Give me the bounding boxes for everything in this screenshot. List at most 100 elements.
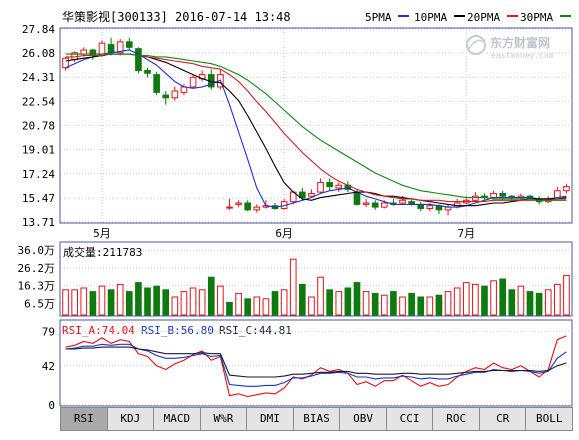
volume-tick-label: 6.5万 bbox=[24, 297, 55, 310]
volume-bar-down bbox=[226, 301, 233, 316]
candle-up bbox=[235, 202, 242, 205]
rsi-tick-label: 79 bbox=[42, 325, 55, 338]
volume-tick-label: 26.2万 bbox=[18, 262, 56, 275]
candle-up bbox=[226, 206, 233, 209]
candle-up bbox=[472, 195, 479, 201]
tab-cci[interactable]: CCI bbox=[385, 407, 434, 431]
volume-bar-up bbox=[189, 287, 197, 316]
volume-bar-up bbox=[335, 291, 343, 316]
candle-up bbox=[362, 202, 370, 205]
volume-bar-up bbox=[98, 285, 106, 316]
candle-up bbox=[380, 202, 388, 208]
volume-bar-up bbox=[426, 296, 434, 316]
candle-up bbox=[189, 76, 197, 88]
tab-roc[interactable]: ROC bbox=[432, 407, 480, 431]
tab-wr[interactable]: W%R bbox=[199, 407, 248, 431]
candle-up bbox=[563, 186, 570, 192]
stock-chart: 华策影视[300133] 2016-07-14 13:48 5PMA 10PMA… bbox=[18, 9, 573, 412]
candle-down bbox=[89, 49, 97, 56]
tab-dmi[interactable]: DMI bbox=[246, 407, 294, 431]
volume-bar-up bbox=[171, 296, 179, 316]
volume-bar-down bbox=[499, 278, 507, 316]
tab-kdj[interactable]: KDJ bbox=[106, 407, 155, 431]
volume-bar-up bbox=[544, 289, 552, 316]
candle-up bbox=[253, 206, 261, 211]
volume-bar-up bbox=[253, 296, 261, 316]
candle-down bbox=[299, 191, 306, 199]
volume-y-axis: 36.0万 26.2万 16.3万 6.5万 bbox=[18, 244, 56, 310]
volume-bar-down bbox=[244, 298, 252, 316]
volume-bar-down bbox=[371, 292, 379, 316]
volume-bar-up bbox=[462, 282, 470, 316]
volume-bar-up bbox=[280, 289, 288, 316]
legend-5pma-label: 5PMA bbox=[365, 11, 392, 24]
month-tick-label: 6月 bbox=[275, 227, 293, 240]
legend-10pma-swatch bbox=[454, 15, 465, 17]
candle-down bbox=[417, 203, 425, 209]
volume-bar-down bbox=[135, 282, 142, 316]
volume-bar-up bbox=[444, 291, 452, 316]
candle-up bbox=[80, 49, 88, 55]
volume-bar-up bbox=[262, 298, 270, 316]
chart-title: 华策影视[300133] 2016-07-14 13:48 bbox=[62, 9, 291, 24]
tab-macd[interactable]: MACD bbox=[153, 407, 201, 431]
tab-bias[interactable]: BIAS bbox=[292, 407, 341, 431]
volume-bar-down bbox=[408, 292, 415, 316]
candle-up bbox=[426, 205, 434, 209]
volume-bar-down bbox=[107, 289, 115, 316]
legend-30pma-swatch bbox=[560, 15, 571, 17]
volume-bar-down bbox=[299, 283, 306, 316]
candle-down bbox=[162, 94, 170, 99]
month-tick-label: 7月 bbox=[457, 227, 475, 240]
price-tick-label: 13.71 bbox=[22, 216, 55, 229]
volume-bar-down bbox=[344, 287, 352, 316]
volume-bar-down bbox=[144, 287, 151, 316]
candle-down bbox=[499, 192, 507, 197]
candle-down bbox=[153, 74, 160, 93]
price-tick-label: 20.78 bbox=[22, 119, 55, 132]
candle-down bbox=[371, 202, 379, 208]
price-x-axis: 5月 6月 7月 bbox=[93, 227, 475, 240]
tab-obv[interactable]: OBV bbox=[339, 407, 387, 431]
volume-bar-down bbox=[535, 292, 543, 316]
candle-up bbox=[317, 182, 324, 193]
volume-bar-up bbox=[490, 280, 497, 316]
price-tick-label: 15.47 bbox=[22, 192, 55, 205]
tab-boll[interactable]: BOLL bbox=[525, 407, 574, 431]
volume-bar-up bbox=[235, 292, 242, 316]
price-y-axis: 27.84 26.08 24.31 22.54 20.78 19.01 17.24 15.47… bbox=[22, 23, 55, 229]
volume-bar-down bbox=[481, 285, 488, 316]
volume-bar-up bbox=[399, 296, 406, 316]
volume-bar-up bbox=[80, 287, 88, 316]
candle-up bbox=[399, 199, 406, 204]
candle-up bbox=[308, 192, 315, 197]
price-tick-label: 27.84 bbox=[22, 23, 55, 36]
volume-bar-up bbox=[317, 276, 324, 316]
volume-bar-up bbox=[289, 258, 297, 316]
volume-bar-up bbox=[362, 291, 370, 316]
candle-down bbox=[107, 44, 115, 54]
volume-bar-down bbox=[417, 296, 425, 316]
legend-20pma-label: 20PMA bbox=[467, 11, 500, 24]
price-tick-label: 26.08 bbox=[22, 47, 55, 60]
volume-bar-up bbox=[453, 287, 461, 316]
indicator-tab-bar: RSI KDJ MACD W%R DMI BIAS OBV CCI ROC CR BOLL bbox=[60, 407, 574, 431]
watermark-cn: 东方财富网 bbox=[490, 35, 550, 50]
volume-bar-down bbox=[89, 291, 97, 316]
volume-bar-down bbox=[390, 291, 397, 316]
volume-bar-down bbox=[353, 282, 361, 316]
legend-30pma-label: 30PMA bbox=[520, 11, 553, 24]
month-tick-label: 5月 bbox=[93, 227, 111, 240]
tab-rsi[interactable]: RSI bbox=[60, 407, 108, 431]
ma-legend: 5PMA 10PMA 20PMA 30PMA bbox=[365, 11, 571, 24]
tab-cr[interactable]: CR bbox=[478, 407, 527, 431]
volume-bar-down bbox=[508, 289, 516, 316]
legend-10pma-label: 10PMA bbox=[414, 11, 447, 24]
volume-bar-up bbox=[116, 283, 124, 316]
price-tick-label: 17.24 bbox=[22, 168, 55, 181]
candle-up bbox=[335, 184, 343, 189]
watermark-en: eastmoney.com bbox=[491, 51, 554, 60]
price-tick-label: 22.54 bbox=[22, 95, 55, 108]
candle-up bbox=[171, 90, 179, 99]
legend-5pma-swatch bbox=[398, 15, 409, 17]
